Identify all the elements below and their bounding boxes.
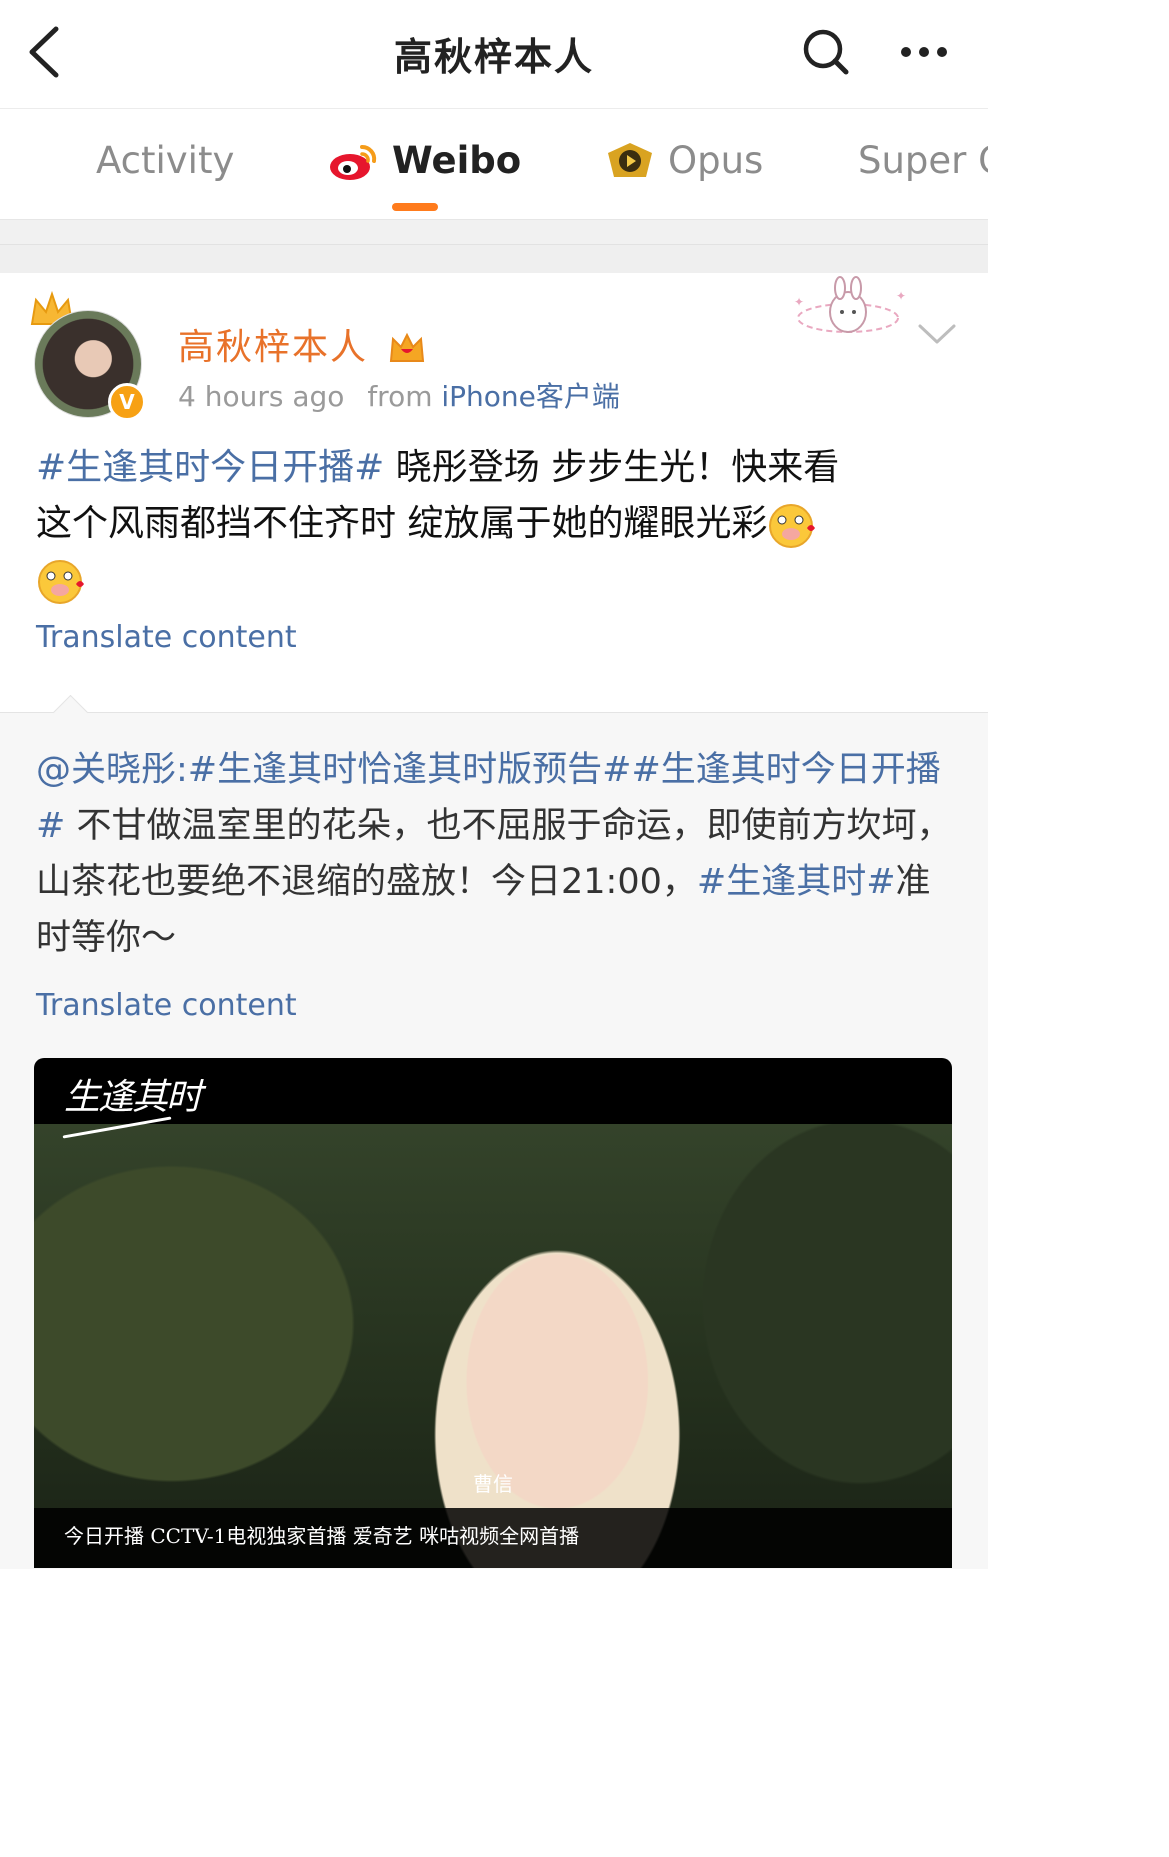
weibo-logo-icon <box>330 144 377 180</box>
svg-text:✦: ✦ <box>794 295 804 309</box>
author-name[interactable]: 高秋梓本人 <box>178 318 427 370</box>
tab-activity[interactable]: Activity <box>96 139 234 182</box>
section-divider-band <box>0 244 988 273</box>
video-caption: 今日开播 CCTV-1电视独家首播 爱奇艺 咪咕视频全网首播 <box>64 1524 580 1548</box>
tab-activity-label: Activity <box>96 139 235 182</box>
repost-mention[interactable]: @关晓彤: <box>36 750 188 790</box>
repost-translate-button[interactable]: Translate content <box>36 978 297 1034</box>
post-menu-chevron-icon[interactable] <box>916 318 958 348</box>
video-frame <box>34 1124 952 1568</box>
heart-eyes-emoji-icon <box>769 504 816 548</box>
repost-hashtag-3[interactable]: #生逢其时# <box>697 862 896 902</box>
tab-super-topic[interactable]: Super C <box>858 139 988 182</box>
heart-eyes-emoji-icon-2 <box>38 560 84 604</box>
decorative-bunny-sticker-icon: ✦ ✦ <box>794 276 906 333</box>
tab-weibo[interactable]: Weibo <box>328 139 521 182</box>
post-time: 4 hours ago <box>178 380 345 413</box>
vip-crown-icon <box>390 332 425 362</box>
post-hashtag[interactable]: #生逢其时今日开播# <box>36 447 384 488</box>
tab-weibo-label: Weibo <box>392 139 522 182</box>
tab-opus-label: Opus <box>668 139 764 182</box>
repost-body: @关晓彤:#生逢其时恰逢其时版预告##生逢其时今日开播# 不甘做温室里的花朵，也… <box>36 742 956 1034</box>
active-tab-indicator <box>392 203 438 211</box>
tab-super-topic-label: Super C <box>858 139 988 182</box>
verified-badge-icon: V <box>108 383 146 421</box>
translate-button[interactable]: Translate content <box>36 620 297 655</box>
tab-opus[interactable]: Opus <box>604 139 763 182</box>
video-subtitle: 曹信 <box>473 1472 513 1496</box>
post-body: #生逢其时今日开播# 晓彤登场 步步生光！快来看 这个风雨都挡不住齐时 绽放属于… <box>36 440 956 666</box>
video-player[interactable]: 生逢其时 曹信 今日开播 CCTV-1电视独家首播 爱奇艺 咪咕视频全网首播 <box>34 1058 952 1568</box>
search-button[interactable] <box>796 22 856 82</box>
search-icon <box>803 29 849 75</box>
repost-hashtag-1[interactable]: #生逢其时恰逢其时版预告# <box>188 750 632 790</box>
drama-logo: 生逢其时 <box>64 1077 202 1118</box>
post-from-label: from <box>367 380 433 413</box>
more-dots-icon <box>901 47 947 57</box>
post-meta: 4 hours ago from iPhone客户端 <box>178 375 620 415</box>
more-button[interactable] <box>894 22 954 82</box>
profile-tabs: Activity Weibo Opus Super C <box>0 109 988 220</box>
post-source[interactable]: iPhone客户端 <box>441 380 620 413</box>
svg-text:✦: ✦ <box>896 289 906 303</box>
post-text-line1: 晓彤登场 步步生光！快来看 <box>384 447 840 488</box>
post-text-line2: 这个风雨都挡不住齐时 绽放属于她的耀眼光彩 <box>36 503 768 544</box>
author-name-text: 高秋梓本人 <box>178 327 369 368</box>
opus-icon <box>608 142 652 177</box>
